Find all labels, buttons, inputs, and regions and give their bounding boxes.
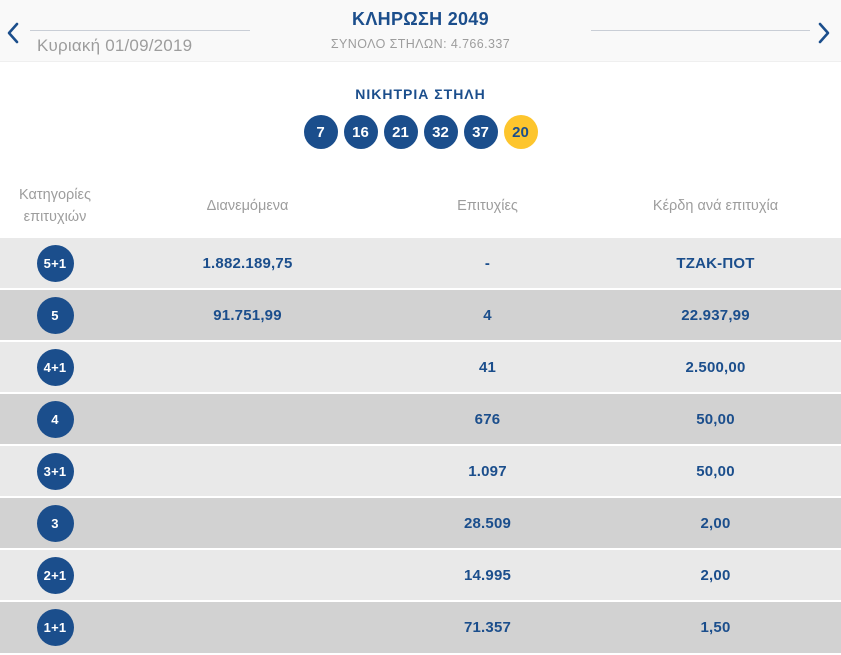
joker-number-ball: 20 [503, 115, 538, 149]
draw-navigator: Κυριακή 01/09/2019 ΚΛΗΡΩΣΗ 2049 ΣΥΝΟΛΟ Σ… [0, 0, 841, 62]
prize-cell: 2,00 [700, 514, 731, 532]
prize-cell: 22.937,99 [681, 306, 750, 324]
column-header-winners: Επιτυχίες [457, 197, 518, 214]
winning-column-title: ΝΙΚΗΤΡΙΑ ΣΤΗΛΗ [355, 86, 486, 102]
winners-cell: 41 [478, 358, 497, 376]
winning-column-section: ΝΙΚΗΤΡΙΑ ΣΤΗΛΗ 7 16 21 32 37 20 [0, 62, 841, 175]
column-header-categories: Κατηγορίες επιτυχιών [19, 187, 91, 225]
table-row: 3 28.509 2,00 [0, 498, 841, 548]
draw-title: ΚΛΗΡΩΣΗ 2049 [352, 9, 489, 29]
category-badge: 5 [36, 296, 74, 334]
prize-cell: ΤΖΑΚ-ΠΟΤ [676, 254, 755, 272]
table-row: 1+1 71.357 1,50 [0, 602, 841, 653]
category-badge: 1+1 [36, 609, 74, 646]
column-header-distributed: Διανεμόμενα [206, 197, 289, 214]
distributed-cell: 91.751,99 [213, 306, 282, 324]
winning-number-ball: 21 [383, 115, 418, 149]
winners-cell: 28.509 [463, 514, 512, 532]
category-badge: 4 [36, 400, 74, 438]
table-row: 4+1 41 2.500,00 [0, 342, 841, 392]
results-table-header: Κατηγορίες επιτυχιών Διανεμόμενα Επιτυχί… [0, 175, 841, 238]
category-badge: 4+1 [36, 348, 74, 386]
winning-number-ball: 32 [423, 115, 458, 149]
draw-title-block: ΚΛΗΡΩΣΗ 2049 ΣΥΝΟΛΟ ΣΤΗΛΩΝ: 4.766.337 [250, 9, 591, 51]
total-columns: ΣΥΝΟΛΟ ΣΤΗΛΩΝ: 4.766.337 [250, 37, 591, 51]
results-table: Κατηγορίες επιτυχιών Διανεμόμενα Επιτυχί… [0, 175, 841, 653]
column-header-prize: Κέρδη ανά επιτυχία [652, 197, 779, 214]
category-badge: 5+1 [36, 244, 74, 282]
prize-cell: 1,50 [700, 619, 731, 636]
winning-number-ball: 37 [463, 115, 498, 149]
previous-draw-button[interactable] [2, 20, 24, 46]
prize-cell: 50,00 [696, 462, 735, 480]
winners-cell: 676 [474, 410, 501, 428]
joker-draw-results-page: Κυριακή 01/09/2019 ΚΛΗΡΩΣΗ 2049 ΣΥΝΟΛΟ Σ… [0, 0, 841, 655]
chevron-right-icon [818, 22, 830, 44]
total-columns-value: 4.766.337 [450, 37, 511, 51]
table-row: 3+1 1.097 50,00 [0, 446, 841, 496]
winning-numbers: 7 16 21 32 37 20 [0, 115, 841, 149]
distributed-cell: 1.882.189,75 [202, 254, 293, 272]
winners-cell: 14.995 [463, 566, 512, 584]
table-row: 2+1 14.995 2,00 [0, 550, 841, 600]
total-columns-label: ΣΥΝΟΛΟ ΣΤΗΛΩΝ: [330, 37, 447, 51]
winners-cell: 4 [483, 306, 492, 324]
divider-line-left [30, 30, 250, 31]
prize-cell: 50,00 [696, 410, 735, 428]
table-row: 4 676 50,00 [0, 394, 841, 444]
divider-line-right [591, 30, 810, 31]
winners-cell: 71.357 [463, 619, 512, 636]
winning-number-ball: 16 [343, 115, 378, 149]
next-draw-button[interactable] [813, 20, 835, 46]
category-badge: 2+1 [36, 556, 74, 594]
category-badge: 3+1 [36, 452, 74, 490]
winning-number-ball: 7 [303, 115, 338, 149]
winners-cell: 1.097 [468, 462, 507, 480]
chevron-left-icon [7, 22, 19, 44]
prize-cell: 2,00 [700, 566, 731, 584]
table-row: 5+1 1.882.189,75 - ΤΖΑΚ-ΠΟΤ [0, 238, 841, 288]
draw-date: Κυριακή 01/09/2019 [37, 36, 193, 55]
table-row: 5 91.751,99 4 22.937,99 [0, 290, 841, 340]
category-badge: 3 [36, 504, 74, 542]
prize-cell: 2.500,00 [685, 358, 746, 376]
winners-cell: - [484, 254, 491, 272]
